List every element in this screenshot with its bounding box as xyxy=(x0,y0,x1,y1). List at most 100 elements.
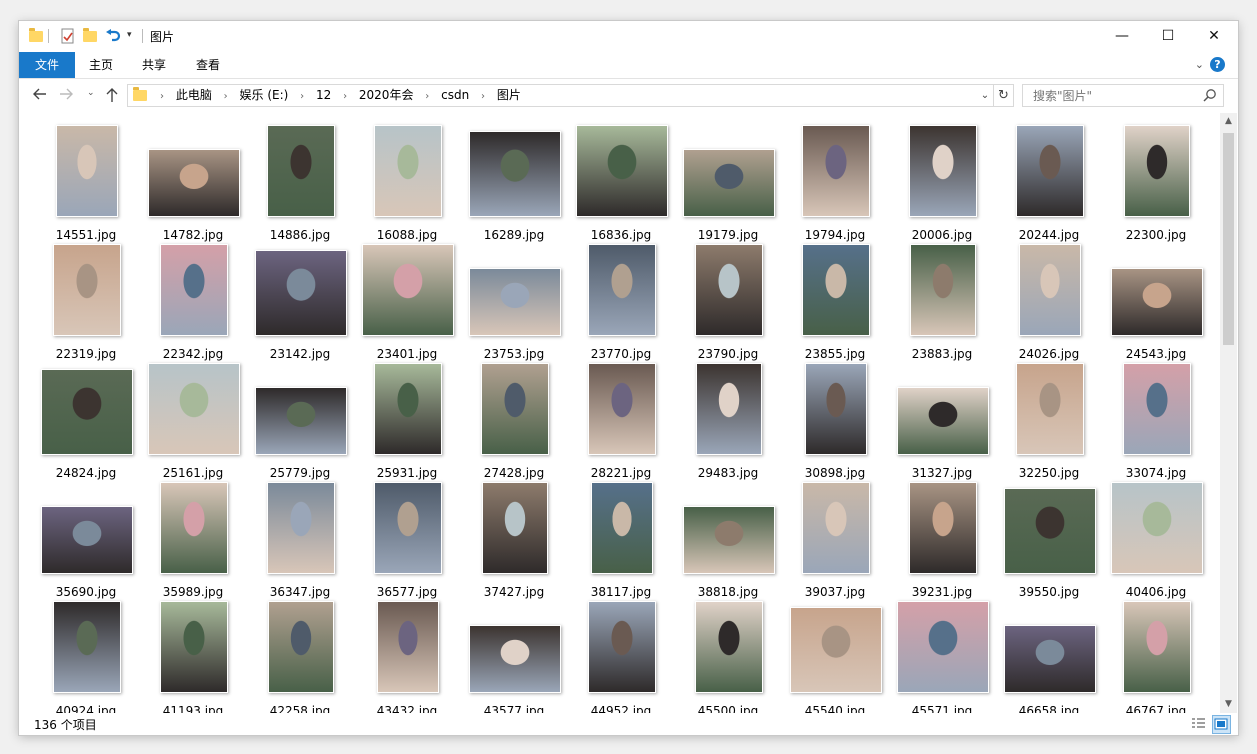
file-item[interactable]: 23770.jpg xyxy=(567,242,675,361)
search-icon[interactable] xyxy=(1203,88,1217,102)
file-item[interactable]: 41193.jpg xyxy=(139,599,247,713)
breadcrumb-drive[interactable]: 娱乐 (E:) xyxy=(240,85,289,106)
chevron-right-icon[interactable]: › xyxy=(481,86,485,107)
properties-icon[interactable] xyxy=(61,28,75,44)
file-item[interactable]: 23883.jpg xyxy=(888,242,996,361)
scroll-up-icon[interactable]: ▲ xyxy=(1220,113,1237,130)
file-item[interactable]: 39550.jpg xyxy=(995,480,1103,599)
file-item[interactable]: 16088.jpg xyxy=(353,123,461,242)
file-item[interactable]: 14886.jpg xyxy=(246,123,354,242)
file-item[interactable]: 25161.jpg xyxy=(139,361,247,480)
file-item[interactable]: 45571.jpg xyxy=(888,599,996,713)
file-item[interactable]: 40406.jpg xyxy=(1102,480,1210,599)
file-item[interactable]: 35989.jpg xyxy=(139,480,247,599)
file-name: 20006.jpg xyxy=(911,228,973,242)
file-name: 22300.jpg xyxy=(1125,228,1187,242)
file-item[interactable]: 20244.jpg xyxy=(995,123,1103,242)
file-item[interactable]: 40924.jpg xyxy=(32,599,140,713)
file-item[interactable]: 23790.jpg xyxy=(674,242,782,361)
up-arrow-icon[interactable] xyxy=(105,87,119,106)
breadcrumb-pictures[interactable]: 图片 xyxy=(497,85,521,106)
file-item[interactable]: 46658.jpg xyxy=(995,599,1103,713)
file-item[interactable]: 43432.jpg xyxy=(353,599,461,713)
file-item[interactable]: 37427.jpg xyxy=(460,480,568,599)
minimize-button[interactable]: — xyxy=(1099,21,1145,52)
file-item[interactable]: 23401.jpg xyxy=(353,242,461,361)
file-item[interactable]: 28221.jpg xyxy=(567,361,675,480)
help-icon[interactable]: ? xyxy=(1210,57,1225,72)
tab-view[interactable]: 查看 xyxy=(188,52,228,78)
new-folder-icon[interactable] xyxy=(83,28,97,44)
maximize-button[interactable]: ☐ xyxy=(1145,21,1191,52)
recent-locations-icon[interactable]: ⌄ xyxy=(87,88,95,98)
file-item[interactable]: 29483.jpg xyxy=(674,361,782,480)
file-item[interactable]: 16836.jpg xyxy=(567,123,675,242)
chevron-right-icon[interactable]: › xyxy=(300,86,304,107)
tab-share[interactable]: 共享 xyxy=(134,52,174,78)
file-item[interactable]: 36577.jpg xyxy=(353,480,461,599)
chevron-right-icon[interactable]: › xyxy=(343,86,347,107)
file-item[interactable]: 24824.jpg xyxy=(32,361,140,480)
chevron-right-icon[interactable]: › xyxy=(425,86,429,107)
search-box[interactable] xyxy=(1022,84,1224,107)
file-item[interactable]: 46767.jpg xyxy=(1102,599,1210,713)
tab-file[interactable]: 文件 xyxy=(19,52,75,78)
tab-home[interactable]: 主页 xyxy=(81,52,121,78)
file-item[interactable]: 22342.jpg xyxy=(139,242,247,361)
breadcrumb-12[interactable]: 12 xyxy=(316,85,331,106)
expand-ribbon-icon[interactable]: ⌄ xyxy=(1195,58,1204,71)
file-item[interactable]: 22300.jpg xyxy=(1102,123,1210,242)
vertical-scrollbar[interactable]: ▲ ▼ xyxy=(1220,113,1237,713)
refresh-icon[interactable]: ↻ xyxy=(993,84,1014,107)
search-input[interactable] xyxy=(1031,85,1195,106)
file-item[interactable]: 30898.jpg xyxy=(781,361,889,480)
file-item[interactable]: 44952.jpg xyxy=(567,599,675,713)
file-item[interactable]: 19794.jpg xyxy=(781,123,889,242)
scroll-down-icon[interactable]: ▼ xyxy=(1220,696,1237,713)
close-button[interactable]: ✕ xyxy=(1191,21,1237,52)
file-item[interactable]: 27428.jpg xyxy=(460,361,568,480)
file-item[interactable]: 33074.jpg xyxy=(1102,361,1210,480)
file-item[interactable]: 23142.jpg xyxy=(246,242,354,361)
file-item[interactable]: 39037.jpg xyxy=(781,480,889,599)
address-bar[interactable]: › 此电脑 › 娱乐 (E:) › 12 › 2020年会 › csdn › 图… xyxy=(127,84,995,107)
file-item[interactable]: 38818.jpg xyxy=(674,480,782,599)
scrollbar-thumb[interactable] xyxy=(1223,133,1234,345)
file-name: 46767.jpg xyxy=(1125,704,1187,713)
forward-arrow-icon[interactable] xyxy=(59,87,75,105)
file-item[interactable]: 31327.jpg xyxy=(888,361,996,480)
chevron-right-icon[interactable]: › xyxy=(224,86,228,107)
file-item[interactable]: 24543.jpg xyxy=(1102,242,1210,361)
breadcrumb-this-pc[interactable]: 此电脑 xyxy=(176,85,212,106)
file-item[interactable]: 39231.jpg xyxy=(888,480,996,599)
file-item[interactable]: 36347.jpg xyxy=(246,480,354,599)
file-item[interactable]: 23855.jpg xyxy=(781,242,889,361)
details-view-icon[interactable] xyxy=(1190,715,1207,732)
file-item[interactable]: 45540.jpg xyxy=(781,599,889,713)
file-item[interactable]: 23753.jpg xyxy=(460,242,568,361)
customize-toolbar-icon[interactable]: ▾ xyxy=(127,30,132,46)
large-icons-view-icon[interactable] xyxy=(1212,715,1231,734)
file-item[interactable]: 25931.jpg xyxy=(353,361,461,480)
file-item[interactable]: 25779.jpg xyxy=(246,361,354,480)
file-item[interactable]: 35690.jpg xyxy=(32,480,140,599)
file-item[interactable]: 43577.jpg xyxy=(460,599,568,713)
back-arrow-icon[interactable] xyxy=(31,87,47,105)
file-item[interactable]: 16289.jpg xyxy=(460,123,568,242)
file-item[interactable]: 38117.jpg xyxy=(567,480,675,599)
breadcrumb-csdn[interactable]: csdn xyxy=(441,85,469,106)
undo-icon[interactable] xyxy=(105,28,121,44)
chevron-down-icon[interactable]: ⌄ xyxy=(975,85,994,106)
file-item[interactable]: 24026.jpg xyxy=(995,242,1103,361)
file-item[interactable]: 45500.jpg xyxy=(674,599,782,713)
file-item[interactable]: 14551.jpg xyxy=(32,123,140,242)
file-item[interactable]: 20006.jpg xyxy=(888,123,996,242)
file-item[interactable]: 22319.jpg xyxy=(32,242,140,361)
file-item[interactable]: 14782.jpg xyxy=(139,123,247,242)
file-name: 16836.jpg xyxy=(590,228,652,242)
file-item[interactable]: 32250.jpg xyxy=(995,361,1103,480)
breadcrumb-2020[interactable]: 2020年会 xyxy=(359,85,414,106)
file-item[interactable]: 42258.jpg xyxy=(246,599,354,713)
file-item[interactable]: 19179.jpg xyxy=(674,123,782,242)
image-thumbnail xyxy=(696,363,762,455)
